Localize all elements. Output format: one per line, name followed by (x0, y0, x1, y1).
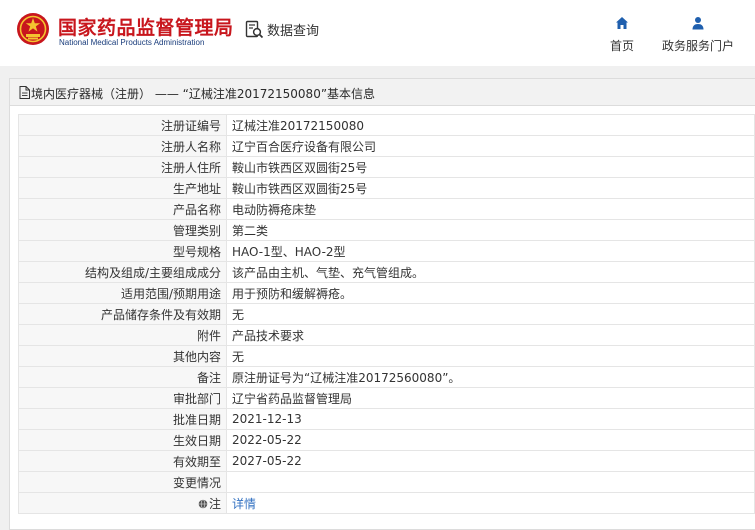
row-value: 产品技术要求 (226, 324, 755, 346)
table-row: 有效期至 2027-05-22 (18, 450, 755, 472)
info-panel: 境内医疗器械（注册） —— “辽械注准20172150080”基本信息 注册证编… (9, 78, 755, 530)
row-label: 管理类别 (18, 219, 227, 241)
table-row: 注册人住所 鞍山市铁西区双圆街25号 (18, 156, 755, 178)
table-row: 生产地址 鞍山市铁西区双圆街25号 (18, 177, 755, 199)
row-label: 注 (208, 496, 221, 511)
note-label-cell: 注 (18, 492, 227, 514)
row-value: 2021-12-13 (226, 408, 755, 430)
row-value (226, 471, 755, 493)
row-label: 生效日期 (18, 429, 227, 451)
row-label: 产品储存条件及有效期 (18, 303, 227, 325)
row-label: 变更情况 (18, 471, 227, 493)
row-value: 辽宁百合医疗设备有限公司 (226, 135, 755, 157)
site-header: 国家药品监督管理局 National Medical Products Admi… (0, 0, 755, 66)
row-label: 注册证编号 (18, 114, 227, 136)
row-value: 无 (226, 345, 755, 367)
row-label: 备注 (18, 366, 227, 388)
row-label: 有效期至 (18, 450, 227, 472)
nav-government-services[interactable]: 政务服务门户 (660, 16, 736, 54)
row-value: 2027-05-22 (226, 450, 755, 472)
row-value: 无 (226, 303, 755, 325)
registration-info-table: 注册证编号 辽械注准20172150080 注册人名称 辽宁百合医疗设备有限公司 注… (18, 114, 755, 514)
table-row: 结构及组成/主要组成成分 该产品由主机、气垫、充气管组成。 (18, 261, 755, 283)
table-row: 生效日期 2022-05-22 (18, 429, 755, 451)
table-row: 审批部门 辽宁省药品监督管理局 (18, 387, 755, 409)
agency-name-en: National Medical Products Administration (59, 38, 205, 47)
row-label: 附件 (18, 324, 227, 346)
table-row: 管理类别 第二类 (18, 219, 755, 241)
row-label: 产品名称 (18, 198, 227, 220)
row-label: 批准日期 (18, 408, 227, 430)
row-label: 审批部门 (18, 387, 227, 409)
row-label: 其他内容 (18, 345, 227, 367)
row-value: 用于预防和缓解褥疮。 (226, 282, 755, 304)
globe-icon (198, 498, 208, 509)
row-label: 结构及组成/主要组成成分 (18, 261, 227, 283)
table-row: 其他内容无 (18, 345, 755, 367)
table-row: 适用范围/预期用途 用于预防和缓解褥疮。 (18, 282, 755, 304)
nav-home-label: 首页 (609, 39, 634, 53)
row-value: 该产品由主机、气垫、充气管组成。 (226, 261, 755, 283)
row-value: HAO-1型、HAO-2型 (226, 240, 755, 262)
panel-title-bar: 境内医疗器械（注册） —— “辽械注准20172150080”基本信息 (10, 79, 755, 106)
row-label: 注册人住所 (18, 156, 227, 178)
row-value: 2022-05-22 (226, 429, 755, 451)
row-value: 辽宁省药品监督管理局 (226, 387, 755, 409)
data-query-label: 数据查询 (267, 24, 320, 39)
table-row: 注册证编号 辽械注准20172150080 (18, 114, 755, 136)
table-row: 变更情况 (18, 471, 755, 493)
nav-home[interactable]: 首页 (606, 16, 638, 54)
row-value: 鞍山市铁西区双圆街25号 (226, 156, 755, 178)
row-label: 生产地址 (18, 177, 227, 199)
nav-government-services-label: 政务服务门户 (661, 39, 734, 53)
table-row: 附件 产品技术要求 (18, 324, 755, 346)
row-value: 第二类 (226, 219, 755, 241)
user-icon (692, 17, 704, 30)
home-icon (616, 17, 628, 29)
row-value: 原注册证号为“辽械注准20172560080”。 (226, 366, 755, 388)
table-row: 产品名称 电动防褥疮床垫 (18, 198, 755, 220)
document-icon (19, 86, 30, 99)
table-row: 批准日期 2021-12-13 (18, 408, 755, 430)
table-row: 注册人名称 辽宁百合医疗设备有限公司 (18, 135, 755, 157)
row-value: 鞍山市铁西区双圆街25号 (226, 177, 755, 199)
table-row: 备注 原注册证号为“辽械注准20172560080”。 (18, 366, 755, 388)
table-row: 注 详情 (18, 492, 755, 514)
row-value: 详情 (226, 492, 755, 514)
panel-title: 境内医疗器械（注册） —— “辽械注准20172150080”基本信息 (31, 87, 376, 101)
details-link[interactable]: 详情 (232, 497, 256, 511)
agency-name-cn: 国家药品监督管理局 (58, 17, 234, 39)
data-query-link[interactable]: 数据查询 (245, 20, 319, 39)
search-document-icon (245, 20, 264, 39)
row-label: 注册人名称 (18, 135, 227, 157)
row-value: 辽械注准20172150080 (226, 114, 755, 136)
row-value: 电动防褥疮床垫 (226, 198, 755, 220)
table-row: 型号规格 HAO-1型、HAO-2型 (18, 240, 755, 262)
table-row: 产品储存条件及有效期无 (18, 303, 755, 325)
national-emblem-icon (17, 13, 49, 45)
row-label: 适用范围/预期用途 (18, 282, 227, 304)
row-label: 型号规格 (18, 240, 227, 262)
